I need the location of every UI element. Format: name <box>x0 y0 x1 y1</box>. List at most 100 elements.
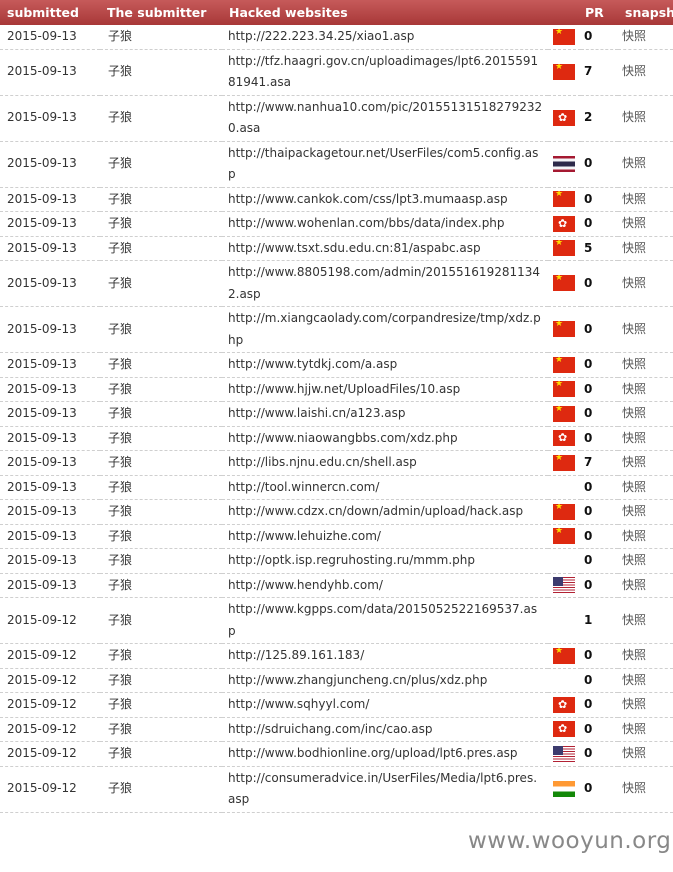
submitter-name[interactable]: 子狼 <box>100 426 222 451</box>
submitter-name[interactable]: 子狼 <box>100 211 222 237</box>
snapshot-link[interactable]: 快照 <box>618 766 673 813</box>
submitter-name[interactable]: 子狼 <box>100 597 222 644</box>
submitter-name[interactable]: 子狼 <box>100 95 222 142</box>
submitter-name[interactable]: 子狼 <box>100 187 222 212</box>
hacked-website-link[interactable]: http://www.cankok.com/css/lpt3.mumaasp.a… <box>222 187 548 212</box>
hacked-website-link[interactable]: http://www.nanhua10.com/pic/201551315182… <box>222 95 548 142</box>
hacked-website-link[interactable]: http://sdruichang.com/inc/cao.asp <box>222 717 548 742</box>
snapshot-link[interactable]: 快照 <box>618 741 673 767</box>
pagerank-value: 0 <box>581 377 618 402</box>
submitted-date: 2015-09-13 <box>0 352 100 378</box>
header-snapshot[interactable]: snapsho <box>618 0 673 25</box>
hacked-website-link[interactable]: http://m.xiangcaolady.com/corpandresize/… <box>222 306 548 353</box>
hacked-website-link[interactable]: http://www.laishi.cn/a123.asp <box>222 401 548 427</box>
hacked-website-link[interactable]: http://www.niaowangbbs.com/xdz.php <box>222 426 548 451</box>
hacked-website-link[interactable]: http://tool.winnercn.com/ <box>222 475 548 500</box>
submitter-name[interactable]: 子狼 <box>100 141 222 188</box>
snapshot-link[interactable]: 快照 <box>618 260 673 307</box>
snapshot-link[interactable]: 快照 <box>618 573 673 598</box>
pagerank-value: 1 <box>581 597 618 644</box>
submitter-name[interactable]: 子狼 <box>100 377 222 402</box>
country-flag-icon <box>553 647 575 664</box>
snapshot-link[interactable]: 快照 <box>618 499 673 525</box>
submitter-name[interactable]: 子狼 <box>100 548 222 574</box>
submitter-name[interactable]: 子狼 <box>100 573 222 598</box>
hacked-website-link[interactable]: http://tfz.haagri.gov.cn/uploadimages/lp… <box>222 49 548 96</box>
submitter-name[interactable]: 子狼 <box>100 306 222 353</box>
hacked-website-link[interactable]: http://www.hendyhb.com/ <box>222 573 548 598</box>
header-submitted[interactable]: submitted <box>0 0 100 25</box>
hacked-website-link[interactable]: http://www.tytdkj.com/a.asp <box>222 352 548 378</box>
snapshot-link[interactable]: 快照 <box>618 597 673 644</box>
snapshot-link[interactable]: 快照 <box>618 141 673 188</box>
submitter-name[interactable]: 子狼 <box>100 475 222 500</box>
country-flag-cell <box>548 236 581 261</box>
snapshot-link[interactable]: 快照 <box>618 306 673 353</box>
submitter-name[interactable]: 子狼 <box>100 741 222 767</box>
snapshot-link[interactable]: 快照 <box>618 377 673 402</box>
hacked-website-link[interactable]: http://www.kgpps.com/data/20150525221695… <box>222 597 548 644</box>
snapshot-link[interactable]: 快照 <box>618 95 673 142</box>
hacked-website-link[interactable]: http://www.cdzx.cn/down/admin/upload/hac… <box>222 499 548 525</box>
submitter-name[interactable]: 子狼 <box>100 717 222 742</box>
submitter-name[interactable]: 子狼 <box>100 236 222 261</box>
country-flag-icon <box>553 275 575 292</box>
pagerank-value: 0 <box>581 643 618 669</box>
submitter-name[interactable]: 子狼 <box>100 401 222 427</box>
snapshot-link[interactable]: 快照 <box>618 211 673 237</box>
snapshot-link[interactable]: 快照 <box>618 49 673 96</box>
hacked-website-link[interactable]: http://222.223.34.25/xiao1.asp <box>222 25 548 50</box>
submitter-name[interactable]: 子狼 <box>100 524 222 549</box>
submitter-name[interactable]: 子狼 <box>100 499 222 525</box>
snapshot-link[interactable]: 快照 <box>618 717 673 742</box>
hacked-website-link[interactable]: http://thaipackagetour.net/UserFiles/com… <box>222 141 548 188</box>
country-flag-cell <box>548 95 581 142</box>
table-row: 2015-09-13 子狼 http://tfz.haagri.gov.cn/upl… <box>0 49 673 96</box>
snapshot-link[interactable]: 快照 <box>618 236 673 261</box>
header-hacked-websites[interactable]: Hacked websites <box>222 0 548 25</box>
snapshot-link[interactable]: 快照 <box>618 548 673 574</box>
hacked-website-link[interactable]: http://www.zhangjuncheng.cn/plus/xdz.php <box>222 668 548 693</box>
submitter-name[interactable]: 子狼 <box>100 352 222 378</box>
submitter-name[interactable]: 子狼 <box>100 25 222 50</box>
table-row: 2015-09-13 子狼 http://libs.njnu.edu.cn/shel… <box>0 450 673 476</box>
snapshot-link[interactable]: 快照 <box>618 524 673 549</box>
header-submitter[interactable]: The submitter <box>100 0 222 25</box>
submitter-name[interactable]: 子狼 <box>100 766 222 813</box>
submitted-date: 2015-09-13 <box>0 211 100 237</box>
snapshot-link[interactable]: 快照 <box>618 475 673 500</box>
snapshot-link[interactable]: 快照 <box>618 401 673 427</box>
snapshot-link[interactable]: 快照 <box>618 187 673 212</box>
submitter-name[interactable]: 子狼 <box>100 643 222 669</box>
header-pr[interactable]: PR <box>581 0 618 25</box>
submitter-name[interactable]: 子狼 <box>100 692 222 718</box>
country-flag-cell <box>548 260 581 307</box>
hacked-website-link[interactable]: http://www.tsxt.sdu.edu.cn:81/aspabc.asp <box>222 236 548 261</box>
hacked-website-link[interactable]: http://www.lehuizhe.com/ <box>222 524 548 549</box>
hacked-website-link[interactable]: http://www.sqhyyl.com/ <box>222 692 548 718</box>
hacked-website-link[interactable]: http://125.89.161.183/ <box>222 643 548 669</box>
submitter-name[interactable]: 子狼 <box>100 450 222 476</box>
watermark: www.wooyun.org <box>468 828 672 854</box>
country-flag-cell <box>548 717 581 742</box>
snapshot-link[interactable]: 快照 <box>618 668 673 693</box>
hacked-website-link[interactable]: http://www.bodhionline.org/upload/lpt6.p… <box>222 741 548 767</box>
pagerank-value: 7 <box>581 49 618 96</box>
submitter-name[interactable]: 子狼 <box>100 260 222 307</box>
table-row: 2015-09-12子狼http://125.89.161.183/0快照 <box>0 643 673 669</box>
hacked-website-link[interactable]: http://consumeradvice.in/UserFiles/Media… <box>222 766 548 813</box>
hacked-website-link[interactable]: http://optk.isp.regruhosting.ru/mmm.php <box>222 548 548 574</box>
snapshot-link[interactable]: 快照 <box>618 450 673 476</box>
snapshot-link[interactable]: 快照 <box>618 25 673 50</box>
hacked-website-link[interactable]: http://www.hjjw.net/UploadFiles/10.asp <box>222 377 548 402</box>
snapshot-link[interactable]: 快照 <box>618 352 673 378</box>
submitter-name[interactable]: 子狼 <box>100 49 222 96</box>
hacked-website-link[interactable]: http://libs.njnu.edu.cn/shell.asp <box>222 450 548 476</box>
country-flag-icon <box>553 745 575 762</box>
submitter-name[interactable]: 子狼 <box>100 668 222 693</box>
hacked-website-link[interactable]: http://www.wohenlan.com/bbs/data/index.p… <box>222 211 548 237</box>
hacked-website-link[interactable]: http://www.8805198.com/admin/20155161928… <box>222 260 548 307</box>
snapshot-link[interactable]: 快照 <box>618 692 673 718</box>
snapshot-link[interactable]: 快照 <box>618 643 673 669</box>
snapshot-link[interactable]: 快照 <box>618 426 673 451</box>
